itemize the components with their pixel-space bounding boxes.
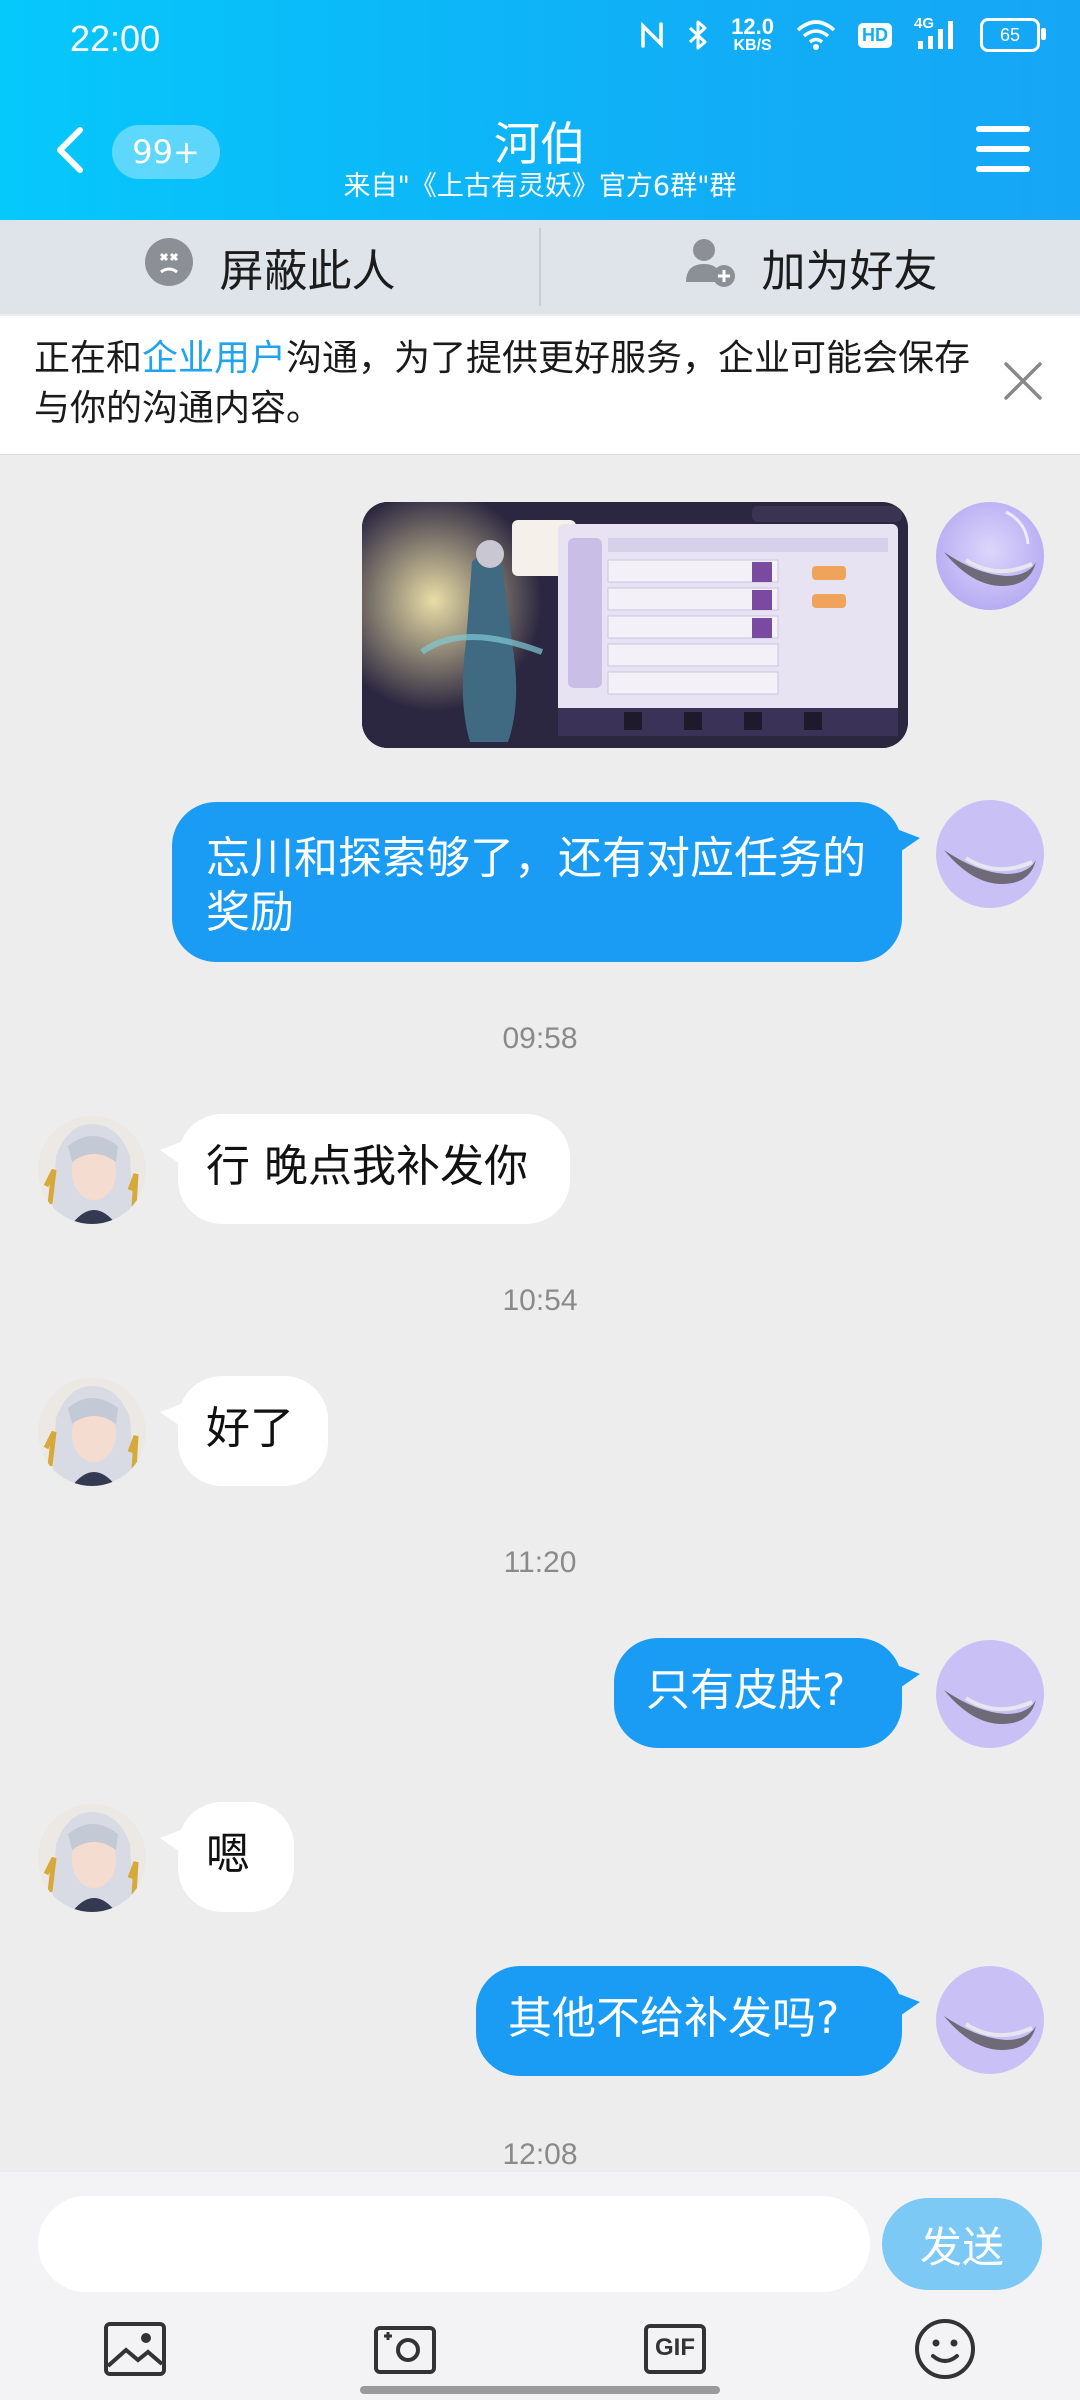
message-timestamp: 12:08 xyxy=(502,2138,578,2171)
message-timestamp: 09:58 xyxy=(502,1022,578,1055)
contact-avatar[interactable] xyxy=(38,1116,146,1224)
message-bubble-received[interactable]: 行 晚点我补发你 xyxy=(160,1114,570,1224)
status-icons: 12.0 KB/S HD 4G 65 xyxy=(639,14,1046,54)
close-notice-button[interactable] xyxy=(998,356,1048,406)
message-bubble-sent[interactable]: 其他不给补发吗? xyxy=(476,1966,920,2076)
hd-icon: HD xyxy=(858,22,892,48)
home-indicator[interactable] xyxy=(360,2386,720,2394)
signal-4g-icon: 4G xyxy=(914,15,958,51)
my-avatar[interactable] xyxy=(936,502,1044,610)
network-speed: 12.0 KB/S xyxy=(731,14,774,54)
menu-button[interactable] xyxy=(976,126,1030,172)
message-bubble-received[interactable]: 好了 xyxy=(160,1376,328,1486)
message-timestamp: 11:20 xyxy=(503,1546,577,1579)
chat-subtitle: 来自"《上古有灵妖》官方6群"群 xyxy=(343,171,737,202)
send-button[interactable]: 发送 xyxy=(882,2198,1042,2290)
input-area: 发送 GIF xyxy=(0,2172,1080,2400)
status-time: 22:00 xyxy=(70,18,161,59)
block-icon xyxy=(144,237,194,298)
message-bubble-sent[interactable]: 忘川和探索够了，还有对应任务的奖励 xyxy=(172,802,920,962)
add-friend-icon xyxy=(684,236,736,299)
message-bubble-received[interactable]: 嗯 xyxy=(160,1802,294,1912)
status-bar: 22:00 12.0 KB/S HD 4G 65 xyxy=(0,0,1080,80)
image-icon[interactable] xyxy=(102,2316,168,2382)
message-timestamp: 10:54 xyxy=(502,1284,578,1317)
message-bubble-sent[interactable]: 只有皮肤? xyxy=(614,1638,920,1748)
message-input[interactable] xyxy=(38,2196,870,2292)
my-avatar[interactable] xyxy=(936,1640,1044,1748)
notice-text: 正在和企业用户沟通，为了提供更好服务，企业可能会保存与你的沟通内容。 xyxy=(34,338,971,429)
menu-line xyxy=(976,146,1030,152)
block-user-button[interactable]: 屏蔽此人 xyxy=(0,220,539,314)
nfc-icon xyxy=(639,20,665,50)
block-user-label: 屏蔽此人 xyxy=(219,246,396,297)
image-message[interactable] xyxy=(362,502,908,748)
chat-header: 22:00 12.0 KB/S HD 4G 65 99+ 河伯 来自"《上古有灵… xyxy=(0,0,1080,220)
add-friend-button[interactable]: 加为好友 xyxy=(541,220,1080,314)
menu-line xyxy=(976,126,1030,132)
contact-avatar[interactable] xyxy=(38,1378,146,1486)
gif-icon[interactable]: GIF xyxy=(642,2316,708,2382)
wifi-icon xyxy=(796,20,836,50)
add-friend-label: 加为好友 xyxy=(761,246,938,297)
my-avatar[interactable] xyxy=(936,800,1044,908)
camera-icon[interactable] xyxy=(372,2316,438,2382)
menu-line xyxy=(976,166,1030,172)
enterprise-notice: 正在和企业用户沟通，为了提供更好服务，企业可能会保存与你的沟通内容。 xyxy=(0,316,1080,455)
enterprise-user-link[interactable]: 企业用户 xyxy=(142,338,286,379)
action-bar: 屏蔽此人 加为好友 xyxy=(0,220,1080,314)
battery-icon: 65 xyxy=(980,18,1046,52)
my-avatar[interactable] xyxy=(936,1966,1044,2074)
contact-avatar[interactable] xyxy=(38,1804,146,1912)
emoji-icon[interactable] xyxy=(912,2316,978,2382)
input-toolbar: GIF xyxy=(0,2302,1080,2392)
bluetooth-icon xyxy=(687,19,709,51)
